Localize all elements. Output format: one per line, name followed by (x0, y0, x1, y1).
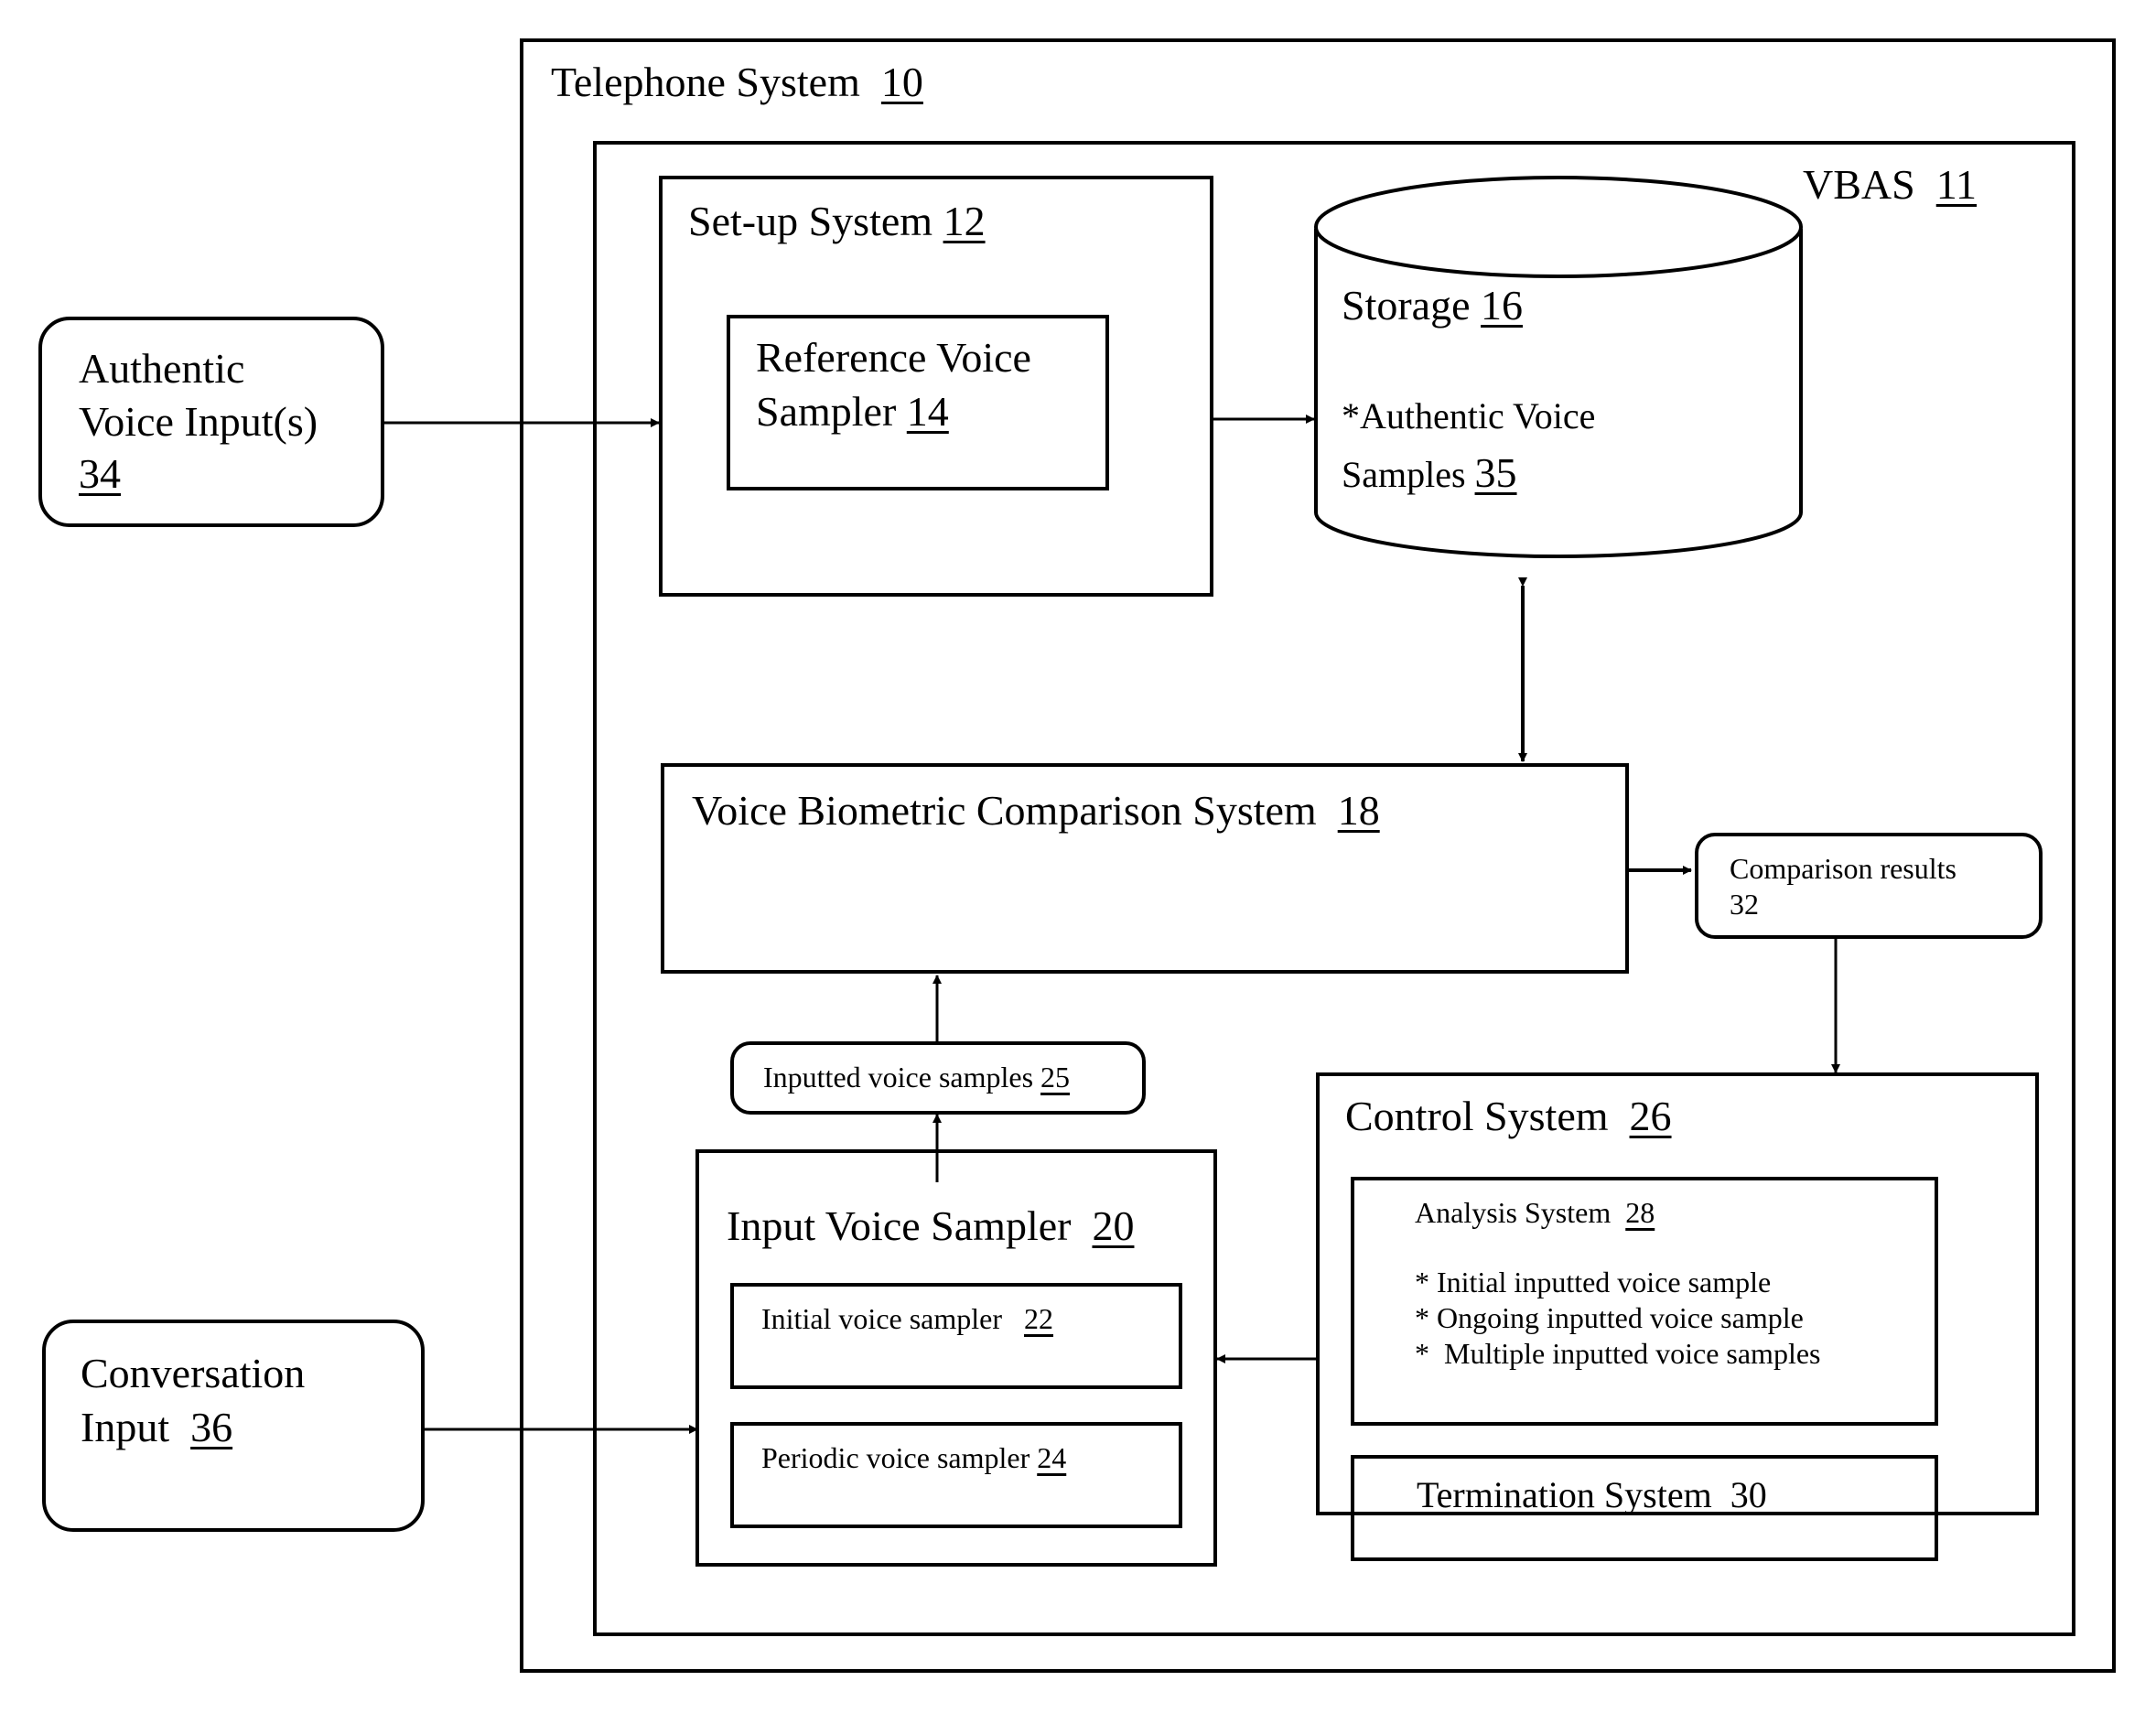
input-voice-sampler-text: Input Voice Sampler (727, 1202, 1072, 1249)
reference-voice-sampler-label: Reference Voice Sampler 14 (756, 331, 1031, 439)
analysis-system-items: * Initial inputted voice sample * Ongoin… (1415, 1265, 1820, 1372)
vbas-label: VBAS 11 (1803, 159, 1977, 210)
periodic-voice-sampler-text: Periodic voice sampler (761, 1441, 1030, 1474)
setup-system-label: Set-up System 12 (688, 196, 986, 246)
periodic-voice-sampler-ref: 24 (1037, 1441, 1067, 1474)
authentic-voice-samples-line2: Samples (1342, 454, 1466, 495)
initial-voice-sampler-text: Initial voice sampler (761, 1302, 1003, 1335)
conversation-input-ref: 36 (190, 1403, 233, 1450)
initial-voice-sampler-ref: 22 (1024, 1302, 1054, 1335)
voice-biometric-comparison-label: Voice Biometric Comparison System 18 (692, 785, 1380, 835)
authentic-voice-samples-line1: *Authentic Voice (1342, 395, 1596, 436)
analysis-system-label: Analysis System 28 (1415, 1195, 1655, 1230)
conversation-input-line2: Input (81, 1403, 170, 1450)
control-system-ref: 26 (1629, 1093, 1672, 1139)
control-system-text: Control System (1345, 1093, 1609, 1139)
analysis-item: * Ongoing inputted voice sample (1415, 1301, 1804, 1335)
inputted-voice-samples-label: Inputted voice samples 25 (763, 1060, 1070, 1094)
storage-text: Storage (1342, 282, 1471, 329)
authentic-voice-samples-ref: 35 (1474, 449, 1517, 496)
telephone-system-label: Telephone System 10 (551, 57, 923, 107)
authentic-voice-inputs-label: Authentic Voice Input(s) 34 (79, 342, 318, 501)
analysis-item: * Initial inputted voice sample (1415, 1266, 1772, 1298)
voice-biometric-comparison-ref: 18 (1337, 787, 1380, 834)
input-voice-sampler-ref: 20 (1092, 1202, 1135, 1249)
reference-voice-sampler-line1: Reference Voice (756, 334, 1031, 381)
conversation-input-label: Conversation Input 36 (81, 1347, 305, 1455)
reference-voice-sampler-line2: Sampler (756, 387, 897, 435)
analysis-system-ref: 28 (1625, 1196, 1655, 1229)
storage-ref: 16 (1481, 282, 1524, 329)
authentic-voice-inputs-line1: Authentic (79, 345, 245, 392)
periodic-voice-sampler-label: Periodic voice sampler 24 (761, 1440, 1066, 1475)
vbas-ref: 11 (1935, 161, 1978, 208)
telephone-system-ref: 10 (880, 59, 923, 105)
telephone-system-text: Telephone System (551, 59, 860, 105)
input-voice-sampler-label: Input Voice Sampler 20 (727, 1201, 1134, 1251)
authentic-voice-inputs-line2: Voice Input(s) (79, 397, 318, 445)
comparison-results-line2: 32 (1730, 888, 1759, 921)
authentic-voice-inputs-ref: 34 (79, 450, 121, 497)
reference-voice-sampler-ref: 14 (906, 387, 949, 435)
conversation-input-line1: Conversation (81, 1350, 306, 1396)
comparison-results-label: Comparison results 32 (1730, 851, 1957, 922)
termination-system-label: Termination System 30 (1417, 1473, 1767, 1517)
termination-system-text: Termination System (1417, 1474, 1712, 1515)
voice-biometric-comparison-text: Voice Biometric Comparison System (692, 787, 1317, 834)
termination-system-ref: 30 (1730, 1474, 1767, 1515)
storage-label: Storage 16 (1342, 280, 1523, 330)
comparison-results-line1: Comparison results (1730, 852, 1957, 885)
analysis-system-text: Analysis System (1415, 1196, 1612, 1229)
inputted-voice-samples-ref: 25 (1040, 1061, 1071, 1094)
setup-system-ref: 12 (943, 198, 986, 244)
vbas-text: VBAS (1803, 161, 1915, 208)
authentic-voice-samples-label: *Authentic Voice Samples 35 (1342, 390, 1595, 504)
initial-voice-sampler-label: Initial voice sampler 22 (761, 1301, 1053, 1336)
control-system-label: Control System 26 (1345, 1091, 1672, 1141)
inputted-voice-samples-text: Inputted voice samples (763, 1061, 1034, 1094)
setup-system-text: Set-up System (688, 198, 933, 244)
analysis-item: * Multiple inputted voice samples (1415, 1337, 1821, 1371)
